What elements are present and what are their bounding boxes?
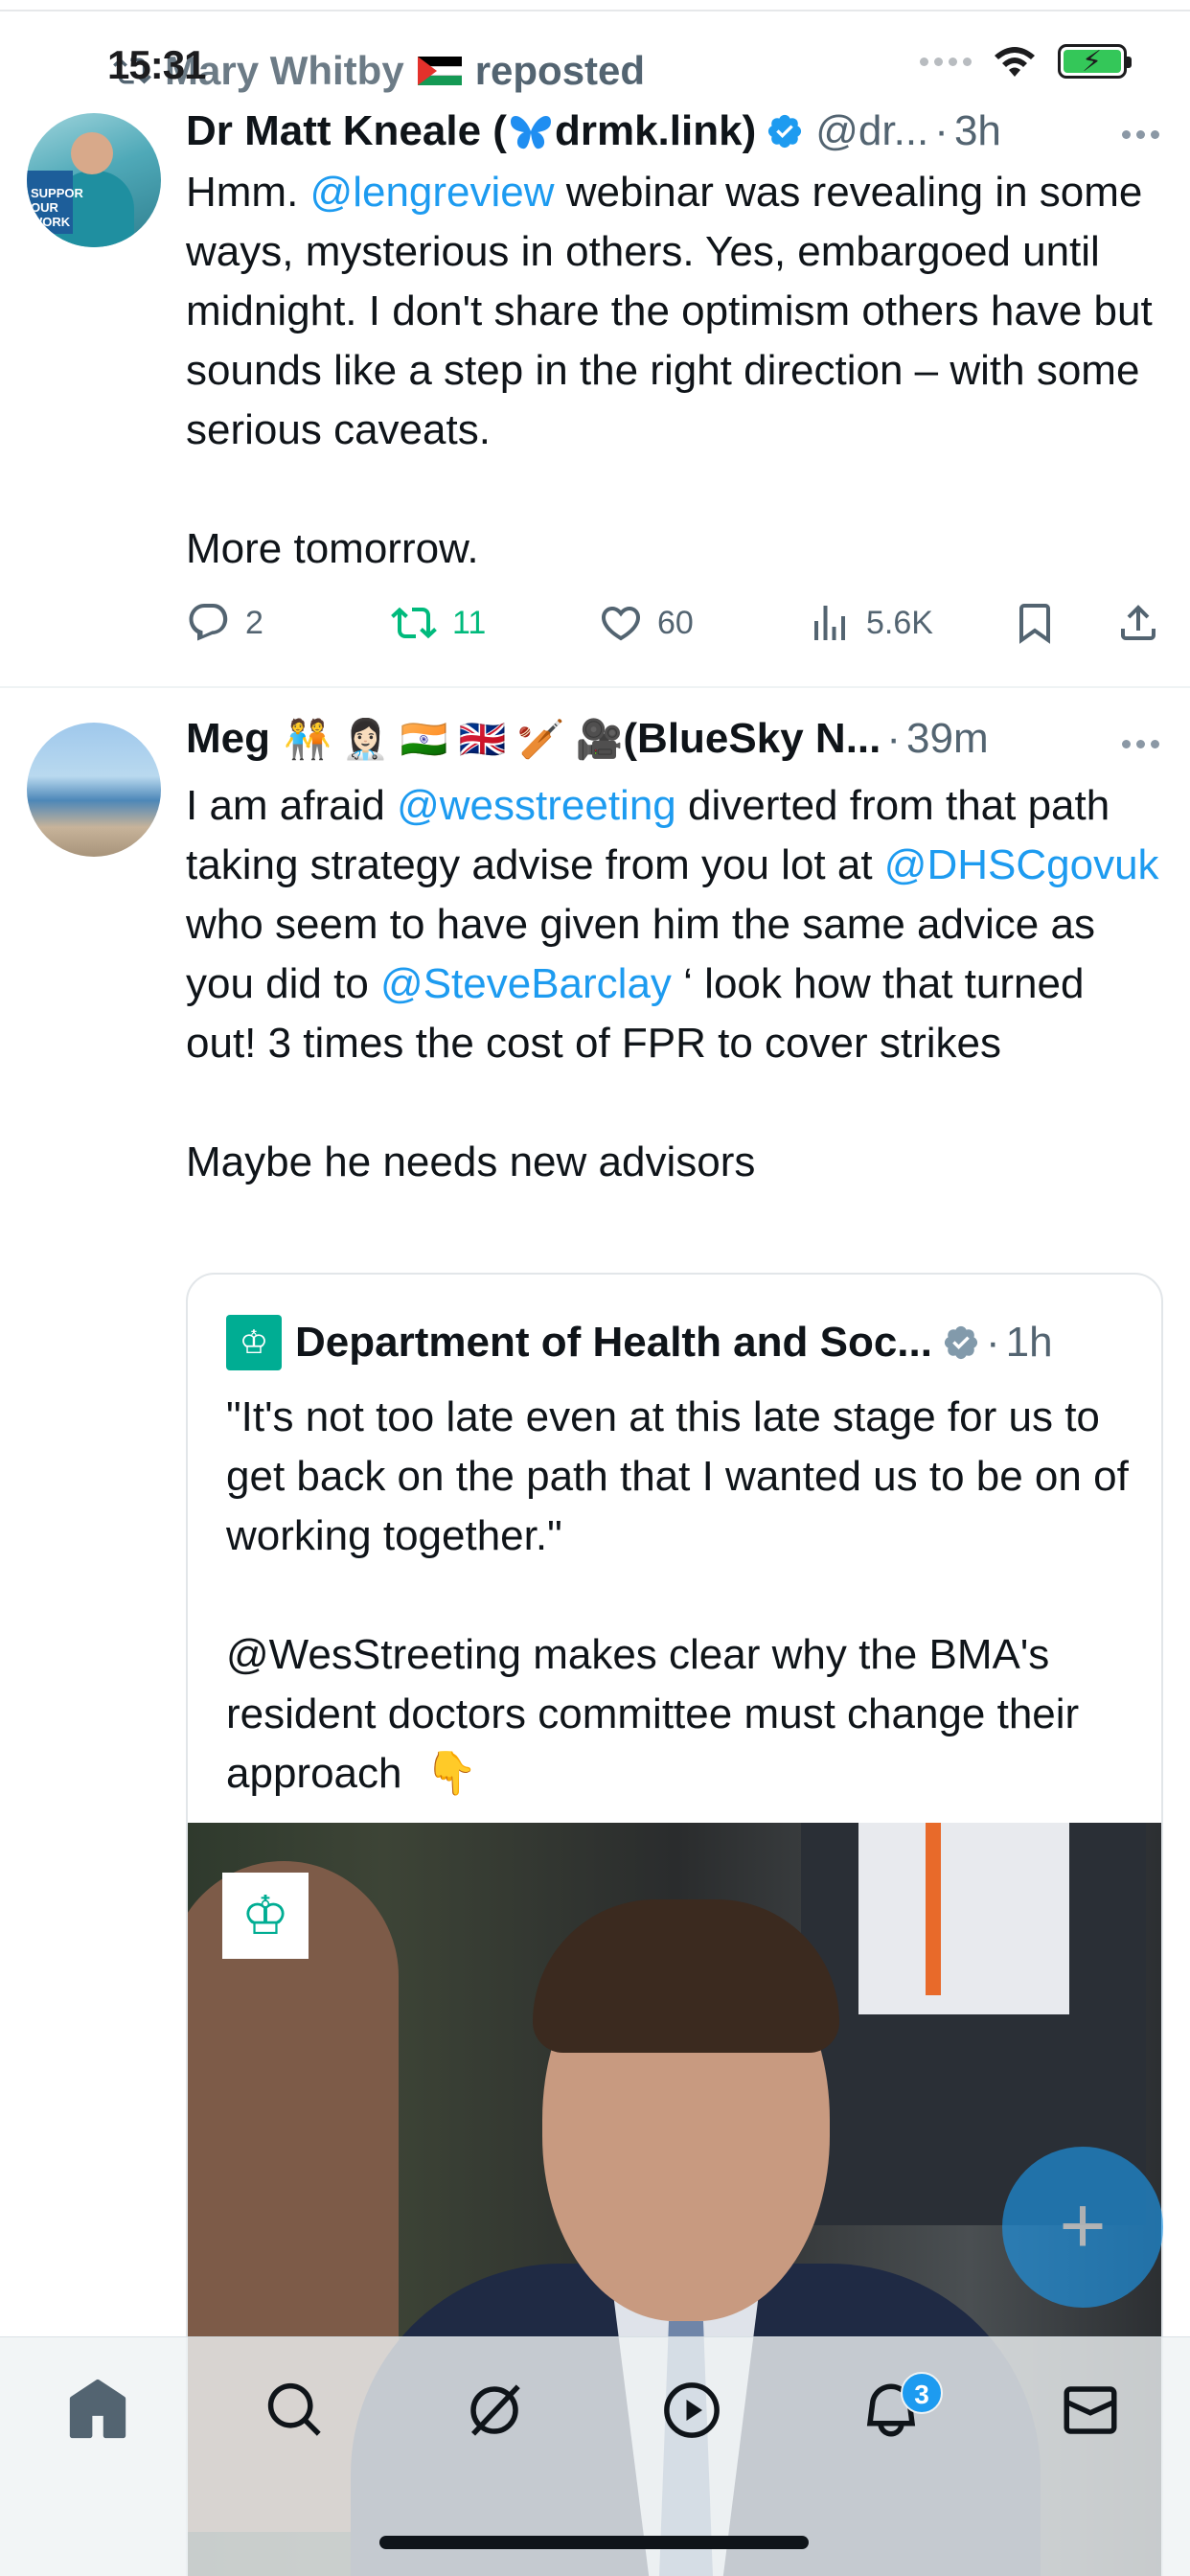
mention-link[interactable]: @DHSCgovuk: [884, 841, 1159, 888]
tweet-text: I am afraid @wesstreeting diverted from …: [186, 776, 1163, 1192]
views-button[interactable]: 5.6K: [807, 600, 933, 646]
notification-badge: 3: [901, 2372, 943, 2414]
more-options-icon[interactable]: [1122, 740, 1159, 748]
tweet-header: Meg 🧑‍🤝‍🧑 👩🏻‍⚕️ 🇮🇳 🇬🇧 🏏 🎥 (BlueSky N... …: [186, 715, 989, 763]
like-button[interactable]: 60: [598, 600, 694, 646]
home-icon: [69, 2379, 126, 2439]
tab-grok[interactable]: [456, 2372, 533, 2449]
signal-dots-icon: [920, 57, 972, 66]
views-count: 5.6K: [866, 604, 933, 641]
like-count: 60: [657, 604, 694, 641]
search-icon: [267, 2382, 321, 2436]
tab-video[interactable]: [653, 2372, 730, 2449]
separator-dot: ·: [886, 715, 902, 762]
messages-icon: [1064, 2386, 1117, 2434]
author-name[interactable]: Dr Matt Kneale (: [186, 107, 507, 155]
tab-notifications[interactable]: 3: [853, 2372, 943, 2449]
reply-count: 2: [245, 604, 263, 641]
home-indicator[interactable]: [379, 2536, 809, 2549]
author-handle[interactable]: @dr...: [815, 107, 928, 155]
share-icon: [1121, 605, 1156, 640]
compose-button[interactable]: +: [1002, 2147, 1163, 2308]
repost-count: 11: [452, 604, 487, 641]
quote-header: ♔ Department of Health and Soc... · 1h: [226, 1315, 1053, 1370]
author-name[interactable]: Meg: [186, 715, 270, 763]
tab-home[interactable]: [59, 2372, 136, 2449]
separator-dot: ·: [934, 107, 949, 154]
emoji-icons: 🧑‍🤝‍🧑 👩🏻‍⚕️ 🇮🇳 🇬🇧 🏏 🎥: [284, 718, 624, 761]
repost-action-label: reposted: [474, 48, 646, 93]
palestine-flag-icon: [417, 57, 462, 85]
author-name-suffix[interactable]: (BlueSky N...: [623, 715, 881, 763]
heart-icon: [601, 607, 641, 641]
share-button[interactable]: [1115, 600, 1161, 646]
mention-link[interactable]: @wesstreeting: [397, 782, 676, 829]
tweet-actions: 2 11 60 5.6K: [186, 594, 1163, 652]
tweet-text-part: I am afraid: [186, 782, 398, 829]
verified-gray-badge-icon: [944, 1325, 978, 1360]
author-name-suffix[interactable]: drmk.link): [555, 107, 756, 155]
tweet-text-part: webinar was revealing in some ways, myst…: [186, 169, 1153, 572]
tweet-header: Dr Matt Kneale ( drmk.link) @dr... · 3h: [186, 107, 1001, 155]
retweet-icon: [391, 607, 437, 639]
quote-author-name[interactable]: Department of Health and Soc...: [295, 1319, 932, 1367]
quote-time[interactable]: 1h: [1006, 1319, 1053, 1367]
battery-icon: ⚡: [1058, 44, 1132, 79]
tweet-divider: [0, 686, 1190, 688]
dhsc-crown-logo-icon: ♔: [222, 1873, 309, 1959]
tweet-time[interactable]: 3h: [954, 107, 1001, 155]
top-divider: [0, 10, 1190, 12]
separator-dot: ·: [985, 1319, 1000, 1366]
views-chart-icon: [814, 606, 845, 640]
wifi-icon: [995, 47, 1035, 77]
bookmark-button[interactable]: [1012, 600, 1058, 646]
tweet-text: Hmm. @lengreview webinar was revealing i…: [186, 163, 1163, 579]
more-options-icon[interactable]: [1122, 130, 1159, 139]
repost-button[interactable]: 11: [389, 600, 486, 646]
verified-badge-icon: [768, 114, 802, 149]
status-time: 15:31: [107, 42, 206, 87]
grok-icon: [470, 2384, 520, 2436]
avatar[interactable]: SUPPOR OUR WORK: [27, 113, 161, 247]
reply-icon: [189, 604, 228, 641]
mention-link[interactable]: @lengreview: [310, 169, 555, 216]
mention-link[interactable]: @SteveBarclay: [380, 960, 672, 1007]
tab-search[interactable]: [257, 2372, 333, 2449]
dhsc-logo-icon: ♔: [226, 1315, 282, 1370]
avatar[interactable]: [27, 723, 161, 857]
butterfly-icon: [510, 116, 551, 150]
tweet-time[interactable]: 39m: [906, 715, 989, 763]
tab-messages[interactable]: [1052, 2372, 1129, 2449]
reply-button[interactable]: 2: [186, 600, 263, 646]
bookmark-icon: [1019, 604, 1050, 644]
quote-text: "It's not too late even at this late sta…: [226, 1393, 1129, 1797]
tweet-text-part: Hmm.: [186, 169, 310, 216]
video-icon: [664, 2382, 720, 2438]
status-indicators: ⚡: [920, 44, 1132, 79]
